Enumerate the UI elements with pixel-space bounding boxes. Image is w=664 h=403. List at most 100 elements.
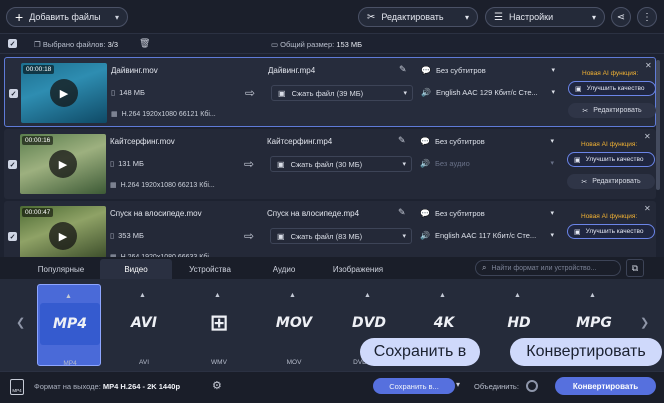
edit-button[interactable]: ✂ Редактировать ▾ [358, 7, 478, 27]
duration-badge: 00:00:47 [22, 208, 54, 217]
caret-up-icon: ▲ [289, 292, 296, 299]
play-icon[interactable]: ▶ [50, 79, 78, 107]
file-icon: ▯ [111, 88, 116, 97]
selected-value: 3/3 [107, 40, 119, 49]
compress-dropdown[interactable]: ▣ Сжать файл (83 МБ) ▾ [270, 228, 412, 244]
tab-audio[interactable]: Аудио [248, 259, 320, 279]
source-file-name: Дайвинг.mov [111, 66, 158, 75]
files-icon: ❐ [34, 40, 43, 49]
subtitles-dropdown[interactable]: 💬 Без субтитров ▾ [420, 137, 558, 146]
compress-label: Сжать файл (39 МБ) [291, 88, 364, 98]
audio-icon: 🔊 [420, 231, 430, 240]
source-file-size: ▯ 131 МБ [110, 159, 144, 168]
more-menu-button[interactable]: ⋮ [637, 7, 657, 27]
trash-icon[interactable]: 🗑 [139, 38, 150, 49]
chevron-down-icon: ▾ [402, 233, 406, 240]
improve-quality-button[interactable]: ▣ Улучшить качество [568, 81, 656, 96]
edit-file-button[interactable]: ✂ Редактировать [567, 174, 655, 189]
format-item-mov[interactable]: ▲ MOV MOV [262, 284, 326, 366]
close-icon[interactable]: ✕ [644, 132, 651, 141]
enhance-icon: ▣ [574, 156, 581, 164]
tab-video[interactable]: Видео [100, 259, 172, 279]
save-in-button[interactable]: Сохранить в... [373, 378, 455, 394]
compress-icon: ▣ [278, 88, 286, 98]
subtitles-dropdown[interactable]: 💬 Без субтитров ▾ [421, 66, 559, 75]
sliders-icon: ☰ [494, 11, 503, 23]
settings-button[interactable]: ☰ Настройки ▾ [485, 7, 605, 27]
subtitles-dropdown[interactable]: 💬 Без субтитров ▾ [420, 209, 558, 218]
caret-up-icon: ▲ [214, 292, 221, 299]
convert-button[interactable]: Конвертировать [555, 377, 656, 395]
join-label: Объединить: [474, 382, 519, 391]
format-search-input[interactable]: ⌕ Найти формат или устройство... [475, 260, 621, 276]
compress-icon: ▣ [277, 231, 285, 241]
duration-badge: 00:00:18 [23, 65, 55, 74]
file-row[interactable]: ✓ 00:00:18 ▶ Дайвинг.mov ▯ 148 МБ ▦ H.264 … [4, 57, 656, 127]
file-checkbox[interactable]: ✓ [8, 232, 17, 241]
tab-images[interactable]: Изображения [322, 259, 394, 279]
format-options-button[interactable]: ⧉ [626, 259, 644, 277]
audio-icon: 🔊 [421, 88, 431, 97]
output-file-name: Спуск на влосипеде.mp4 [267, 209, 360, 218]
file-list-scrollbar[interactable] [656, 60, 660, 190]
rename-pen-icon[interactable]: ✎ [398, 135, 406, 146]
audio-dropdown[interactable]: 🔊 English AAC 117 Кбит/с Сте... ▾ [420, 231, 558, 240]
rename-pen-icon[interactable]: ✎ [399, 64, 407, 75]
output-format-icon: MP4 [10, 379, 24, 395]
improve-label: Улучшить качество [585, 228, 644, 235]
layers-icon: ⧉ [631, 262, 639, 273]
size-value: 131 МБ [118, 159, 144, 168]
format-item-avi[interactable]: ▲ AVI AVI [112, 284, 176, 366]
video-thumbnail[interactable]: 00:00:18 ▶ [21, 63, 107, 123]
play-icon[interactable]: ▶ [49, 150, 77, 178]
mov-format-icon: MOV [275, 315, 313, 331]
tab-devices[interactable]: Устройства [174, 259, 246, 279]
share-icon: ⋖ [616, 11, 626, 23]
output-format-value: MP4 H.264 - 2K 1440p [102, 382, 181, 391]
compress-label: Сжать файл (83 МБ) [290, 231, 363, 241]
format-item-wmv[interactable]: ▲ ⊞ WMV [187, 284, 251, 366]
chevron-right-icon[interactable]: ❯ [640, 316, 649, 329]
improve-quality-button[interactable]: ▣ Улучшить качество [567, 224, 655, 239]
audio-label: English AAC 129 Кбит/с Сте... [435, 88, 538, 97]
close-icon[interactable]: ✕ [645, 61, 652, 70]
settings-label: Настройки [508, 12, 554, 22]
caret-up-icon: ▲ [514, 292, 521, 299]
improve-quality-button[interactable]: ▣ Улучшить качество [567, 152, 655, 167]
gear-icon[interactable]: ⚙ [212, 379, 222, 392]
more-icon: ⋮ [642, 11, 652, 23]
chevron-down-icon[interactable]: ▾ [456, 380, 460, 389]
add-files-button[interactable]: + Добавить файлы ▾ [6, 7, 128, 27]
file-checkbox[interactable]: ✓ [8, 160, 17, 169]
file-row[interactable]: ✓ 00:00:16 ▶ Кайтсерфинг.mov ▯ 131 МБ ▦ H.… [4, 129, 656, 199]
selection-bar: ✓ ❐ Выбрано файлов: 3/3 🗑 ▭ Общий размер… [0, 34, 664, 54]
compress-dropdown[interactable]: ▣ Сжать файл (39 МБ) ▾ [271, 85, 413, 101]
rename-pen-icon[interactable]: ✎ [398, 207, 406, 218]
edit-file-button[interactable]: ✂ Редактировать [568, 103, 656, 118]
tab-popular[interactable]: Популярные [24, 259, 98, 279]
audio-dropdown[interactable]: 🔊 English AAC 129 Кбит/с Сте... ▾ [421, 88, 559, 97]
chevron-down-icon: ▾ [403, 90, 407, 97]
convert-arrow-icon: ⇨ [245, 86, 256, 100]
close-icon[interactable]: ✕ [644, 204, 651, 213]
video-thumbnail[interactable]: 00:00:16 ▶ [20, 134, 106, 194]
chevron-left-icon[interactable]: ❮ [16, 316, 25, 329]
caret-up-icon: ▲ [139, 292, 146, 299]
file-checkbox[interactable]: ✓ [9, 89, 18, 98]
format-item-mp4[interactable]: ▲ MP4 MP4 [37, 284, 101, 367]
compress-label: Сжать файл (30 МБ) [290, 159, 363, 169]
selected-files-count: ❐ Выбрано файлов: 3/3 [34, 40, 118, 49]
share-button[interactable]: ⋖ [611, 7, 631, 27]
subtitles-label: Без субтитров [434, 137, 485, 146]
join-toggle[interactable] [526, 380, 538, 392]
output-format-label: Формат на выходе: [34, 382, 101, 391]
source-file-meta: ▦ H.264 1920x1080 66121 Кбі... [111, 110, 216, 118]
compress-dropdown[interactable]: ▣ Сжать файл (30 МБ) ▾ [270, 156, 412, 172]
size-value: 353 МБ [118, 231, 144, 240]
format-label: WMV [211, 359, 227, 366]
audio-dropdown[interactable]: 🔊 Без аудио ▾ [420, 159, 558, 168]
caret-up-icon: ▲ [65, 293, 72, 300]
source-file-name: Кайтсерфинг.mov [110, 137, 175, 146]
select-all-checkbox[interactable]: ✓ [8, 39, 17, 48]
play-icon[interactable]: ▶ [49, 222, 77, 250]
